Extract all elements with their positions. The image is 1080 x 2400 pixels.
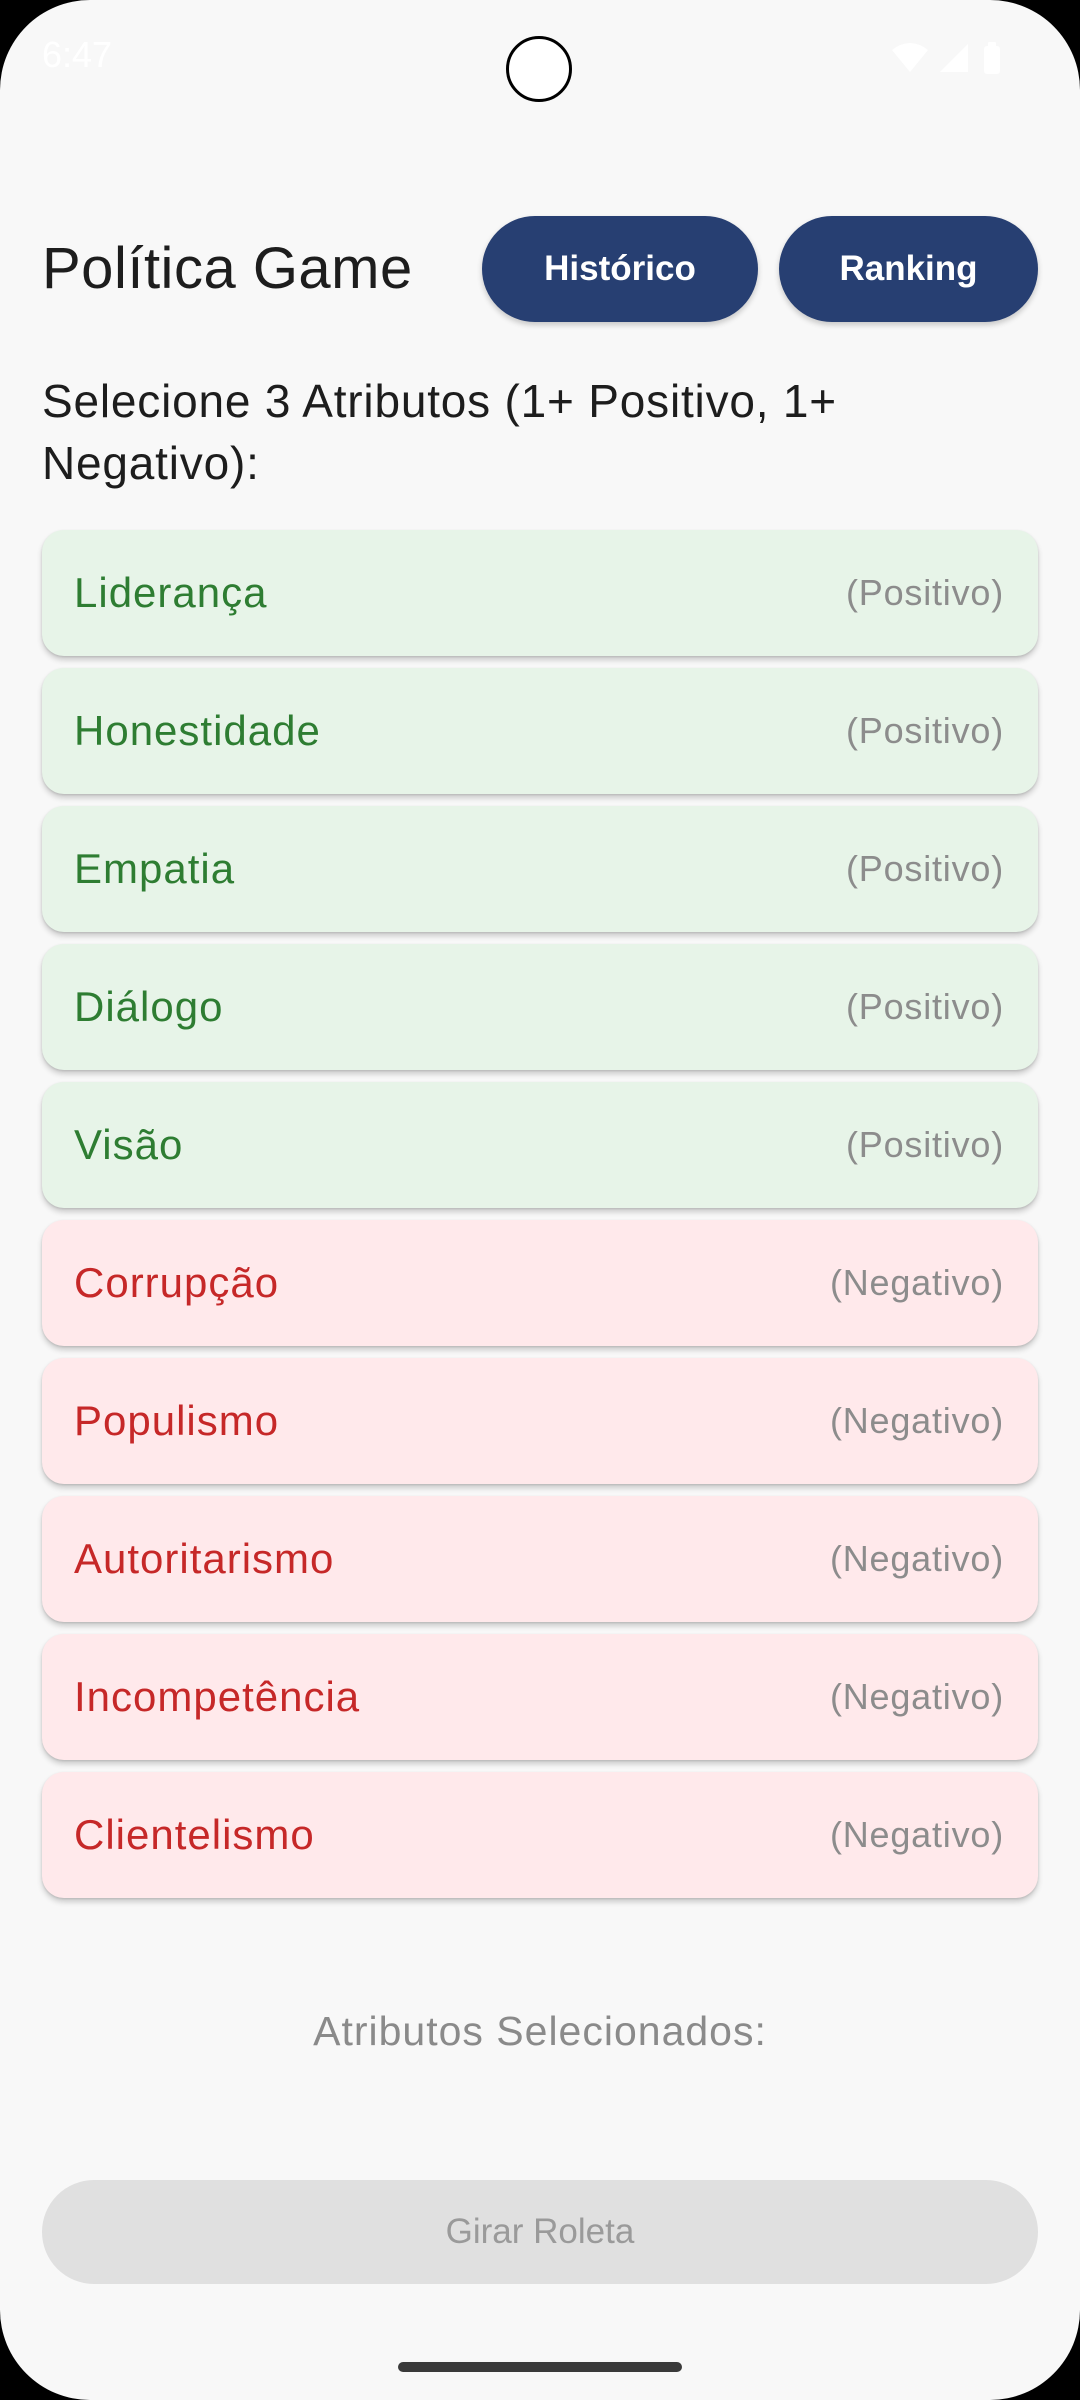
attribute-name: Populismo: [74, 1397, 280, 1444]
attribute-type: (Positivo): [845, 710, 1004, 751]
attribute-type: (Negativo): [829, 1814, 1004, 1855]
header: Política Game Histórico Ranking: [42, 216, 1038, 322]
signal-icon: [940, 44, 968, 72]
attribute-card-populismo[interactable]: Populismo (Negativo): [42, 1358, 1038, 1484]
attribute-name: Clientelismo: [74, 1811, 315, 1858]
attribute-name: Diálogo: [74, 983, 224, 1030]
attribute-name: Empatia: [74, 845, 236, 892]
attribute-type: (Positivo): [845, 986, 1004, 1027]
spin-roulette-button[interactable]: Girar Roleta: [42, 2180, 1038, 2284]
attribute-card-incompetencia[interactable]: Incompetência (Negativo): [42, 1634, 1038, 1760]
attribute-name: Visão: [74, 1121, 184, 1168]
attribute-card-clientelismo[interactable]: Clientelismo (Negativo): [42, 1772, 1038, 1898]
attribute-card-dialogo[interactable]: Diálogo (Positivo): [42, 944, 1038, 1070]
attribute-card-visao[interactable]: Visão (Positivo): [42, 1082, 1038, 1208]
attribute-list: Liderança (Positivo) Honestidade (Positi…: [42, 530, 1038, 1910]
battery-icon: [984, 42, 1000, 74]
wifi-icon: [892, 43, 928, 72]
attribute-card-honestidade[interactable]: Honestidade (Positivo): [42, 668, 1038, 794]
attribute-type: (Positivo): [845, 572, 1004, 613]
attribute-card-autoritarismo[interactable]: Autoritarismo (Negativo): [42, 1496, 1038, 1622]
status-time: 6:47: [42, 34, 113, 75]
attribute-name: Autoritarismo: [74, 1535, 335, 1582]
status-icons: [890, 40, 1010, 76]
ranking-button[interactable]: Ranking: [779, 216, 1038, 322]
home-indicator[interactable]: [398, 2362, 682, 2372]
selected-attributes-label: Atributos Selecionados:: [313, 2008, 767, 2054]
attribute-type: (Positivo): [845, 848, 1004, 889]
attribute-type: (Negativo): [829, 1538, 1004, 1579]
attribute-name: Honestidade: [74, 707, 321, 754]
instruction-text: Selecione 3 Atributos (1+ Positivo, 1+ N…: [42, 375, 837, 489]
attribute-card-corrupcao[interactable]: Corrupção (Negativo): [42, 1220, 1038, 1346]
attribute-type: (Negativo): [829, 1400, 1004, 1441]
front-camera: [506, 36, 572, 102]
app-title: Política Game: [42, 236, 413, 301]
attribute-name: Incompetência: [74, 1673, 361, 1720]
attribute-name: Liderança: [74, 569, 268, 616]
historico-button[interactable]: Histórico: [482, 216, 758, 322]
status-bar: 6:47: [0, 0, 1080, 120]
attribute-type: (Positivo): [845, 1124, 1004, 1165]
attribute-type: (Negativo): [829, 1676, 1004, 1717]
attribute-card-lideranca[interactable]: Liderança (Positivo): [42, 530, 1038, 656]
attribute-card-empatia[interactable]: Empatia (Positivo): [42, 806, 1038, 932]
attribute-name: Corrupção: [74, 1259, 280, 1306]
attribute-type: (Negativo): [829, 1262, 1004, 1303]
app-screen: 6:47 Política Game Histórico Ranking Sel…: [0, 0, 1080, 2400]
